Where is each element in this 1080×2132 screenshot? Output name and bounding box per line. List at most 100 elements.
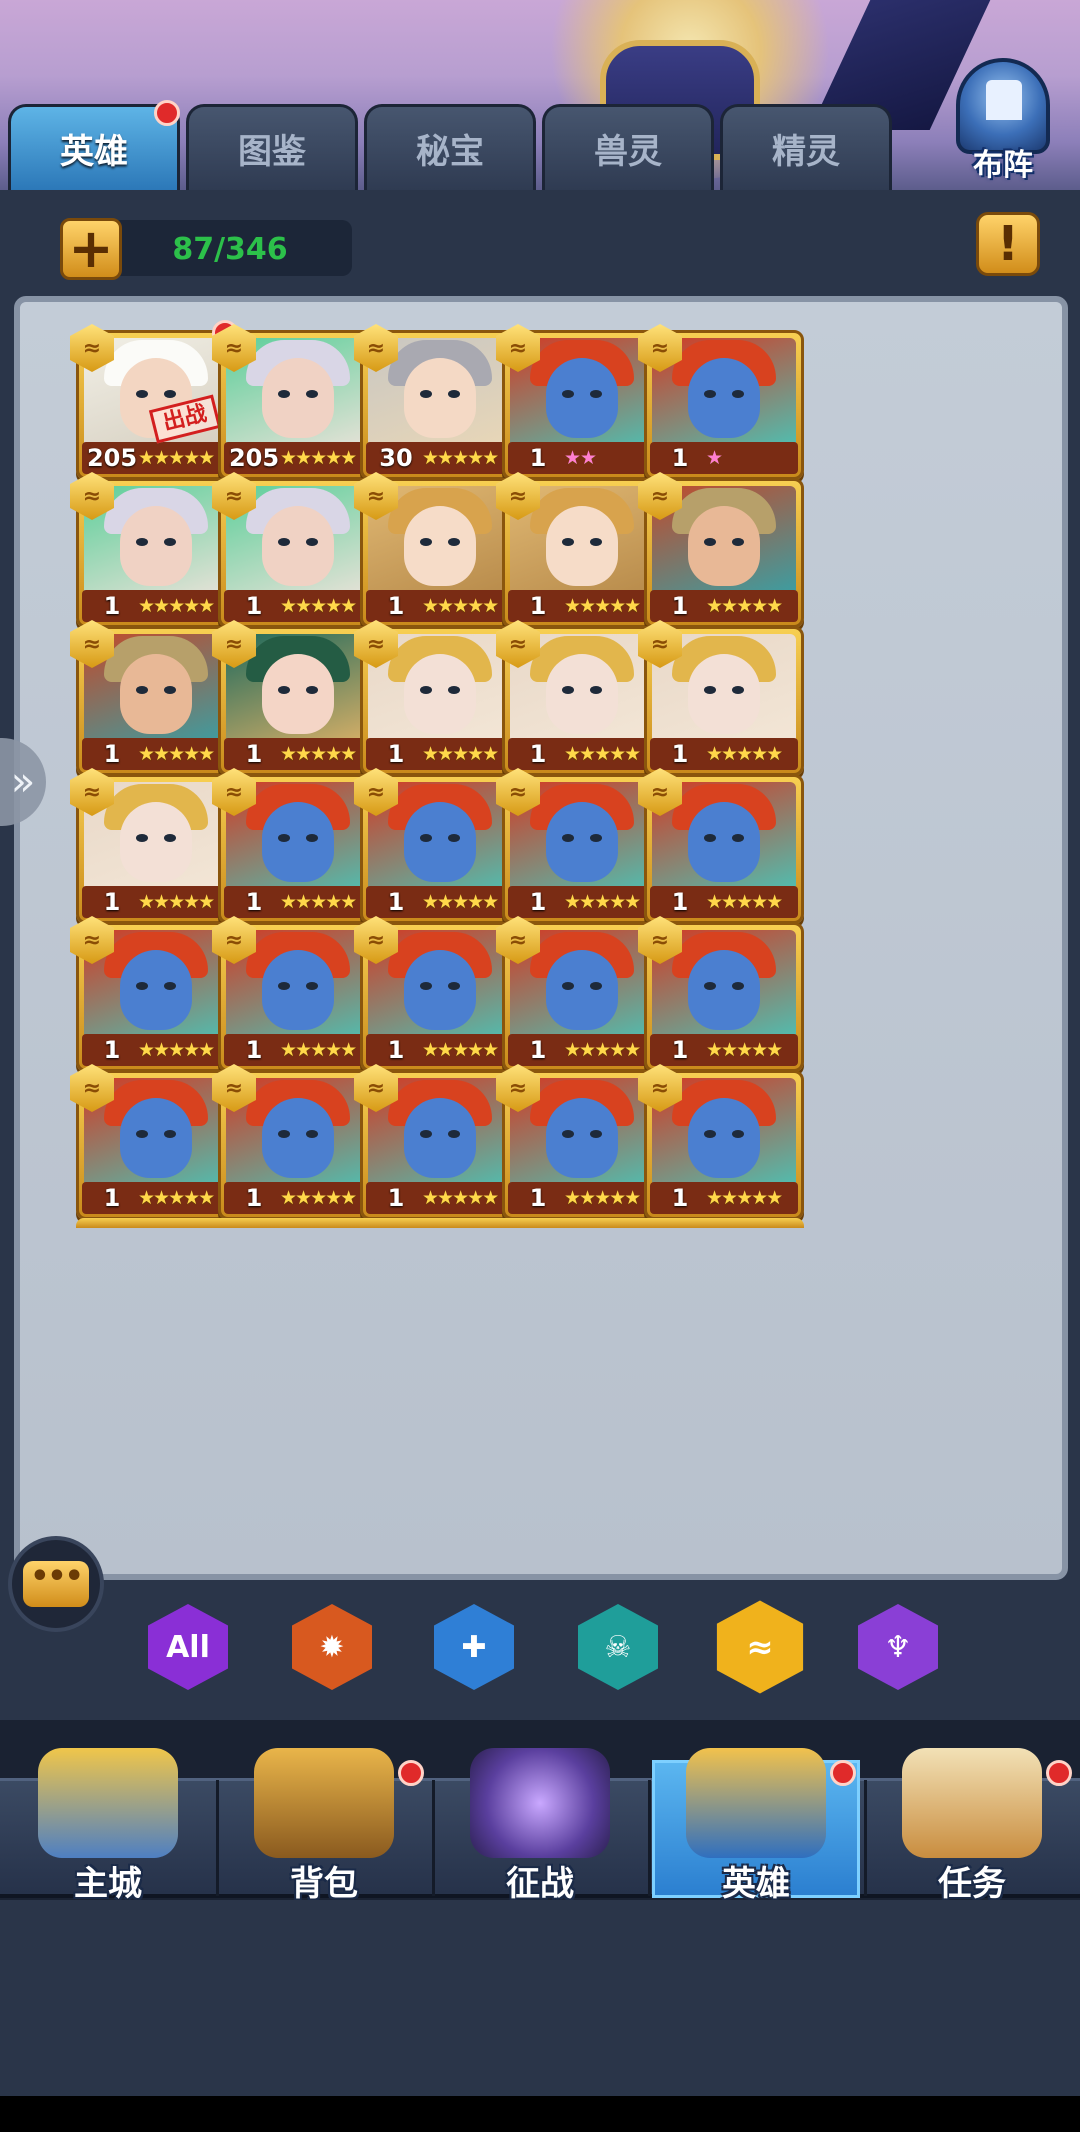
- hero-stars: ★★★★★: [280, 1039, 357, 1061]
- hero-stars: ★★★★★: [564, 1039, 641, 1061]
- hero-grid: 205 ★★★★★ ≈ 出战 205 ★★★★★ ≈ 30 ★★★★★ ≈ 1 …: [14, 296, 1068, 1580]
- hero-count: 87/346: [172, 232, 288, 267]
- hero-stars: ★★★★★: [422, 595, 499, 617]
- hero-stars: ★★★★★: [422, 1039, 499, 1061]
- nav-label: 主城: [74, 1864, 142, 1904]
- hero-level: 1: [671, 592, 689, 620]
- add-capacity-button[interactable]: +: [60, 218, 122, 280]
- hero-stars: ★★★★★: [706, 891, 783, 913]
- hero-helmet-icon: [686, 1748, 826, 1858]
- hero-stars: ★: [706, 447, 723, 469]
- hero-stars: ★★★★★: [280, 743, 357, 765]
- hero-level: 1: [529, 592, 547, 620]
- hero-level: 1: [245, 1184, 263, 1212]
- hero-level: 1: [387, 1036, 405, 1064]
- tab-treasure[interactable]: 秘宝: [364, 104, 536, 190]
- hero-level: 1: [387, 592, 405, 620]
- hero-level: 205: [228, 444, 280, 472]
- tab-label: 精灵: [772, 132, 840, 172]
- hero-card-partial: [218, 1218, 378, 1228]
- nav-castle[interactable]: 主城: [0, 1740, 216, 1904]
- tab-sprite[interactable]: 精灵: [720, 104, 892, 190]
- hero-level: 1: [671, 444, 689, 472]
- castle-icon: [38, 1748, 178, 1858]
- hero-card[interactable]: 1 ★ ≈: [638, 324, 804, 480]
- hero-level: 1: [103, 740, 121, 768]
- tab-notification-dot: [154, 100, 180, 126]
- hero-card-partial: [502, 1218, 662, 1228]
- hero-level: 1: [387, 888, 405, 916]
- hero-card-partial: [360, 1218, 520, 1228]
- hero-stars: ★★★★★: [138, 743, 215, 765]
- nav-treasure-chest[interactable]: 背包: [216, 1740, 432, 1904]
- chat-button[interactable]: •••: [8, 1536, 104, 1632]
- hero-level: 1: [671, 740, 689, 768]
- hero-card[interactable]: 1 ★★★★★ ≈: [638, 768, 804, 924]
- hero-stars: ★★★★★: [422, 891, 499, 913]
- hero-level: 1: [103, 1184, 121, 1212]
- hero-stars: ★★★★★: [138, 891, 215, 913]
- formation-button[interactable]: 布阵: [948, 58, 1058, 188]
- double-chevron-right-icon: »: [10, 759, 36, 805]
- hero-stars: ★★★★★: [422, 743, 499, 765]
- hero-stars: ★★: [564, 447, 597, 469]
- nav-hero-helmet[interactable]: 英雄: [648, 1740, 864, 1904]
- nav-dragon-portal[interactable]: 征战: [432, 1740, 648, 1904]
- hero-level: 1: [529, 740, 547, 768]
- hero-level: 1: [671, 1036, 689, 1064]
- hero-level: 1: [103, 1036, 121, 1064]
- hero-stars: ★★★★★: [422, 447, 499, 469]
- hero-stars: ★★★★★: [706, 1187, 783, 1209]
- skull-faction-icon: ☠: [604, 1629, 632, 1665]
- hero-stars: ★★★★★: [138, 447, 215, 469]
- hero-stars: ★★★★★: [138, 1187, 215, 1209]
- fire-faction-icon: ✹: [319, 1629, 345, 1665]
- info-button[interactable]: !: [976, 212, 1040, 276]
- hero-level: 1: [529, 444, 547, 472]
- hero-level: 1: [671, 888, 689, 916]
- hero-card[interactable]: 1 ★★★★★ ≈: [638, 916, 804, 1072]
- hero-level: 1: [103, 592, 121, 620]
- nav-label: 任务: [938, 1864, 1006, 1904]
- scroll-icon: [902, 1748, 1042, 1858]
- nav-label: 征战: [506, 1864, 574, 1904]
- hero-level: 1: [671, 1184, 689, 1212]
- hero-level: 1: [245, 888, 263, 916]
- hero-card[interactable]: 1 ★★★★★ ≈: [638, 472, 804, 628]
- nav-label: 背包: [290, 1864, 358, 1904]
- tab-label: 英雄: [60, 132, 128, 172]
- hero-level: 1: [387, 1184, 405, 1212]
- plus-icon: +: [68, 217, 114, 280]
- hero-stars: ★★★★★: [280, 447, 357, 469]
- cross-faction-icon: ✚: [461, 1629, 487, 1665]
- hero-stars: ★★★★★: [564, 1187, 641, 1209]
- hero-stars: ★★★★★: [706, 1039, 783, 1061]
- hero-stars: ★★★★★: [706, 743, 783, 765]
- hero-stars: ★★★★★: [564, 595, 641, 617]
- hero-level: 1: [387, 740, 405, 768]
- hero-level: 1: [529, 1184, 547, 1212]
- hero-card-partial: [76, 1218, 236, 1228]
- hero-stars: ★★★★★: [138, 1039, 215, 1061]
- hero-card-partial: [644, 1218, 804, 1228]
- trident-faction-icon: ♆: [884, 1629, 912, 1665]
- hero-stars: ★★★★★: [706, 595, 783, 617]
- hero-stars: ★★★★★: [280, 1187, 357, 1209]
- exclamation-icon: !: [997, 216, 1019, 272]
- tab-codex[interactable]: 图鉴: [186, 104, 358, 190]
- hero-level: 1: [245, 592, 263, 620]
- hero-level: 1: [529, 888, 547, 916]
- tab-beast-spirit[interactable]: 兽灵: [542, 104, 714, 190]
- system-bar: [0, 2096, 1080, 2132]
- nav-scroll[interactable]: 任务: [864, 1740, 1080, 1904]
- hero-card[interactable]: 1 ★★★★★ ≈: [638, 1064, 804, 1220]
- nav-notification-dot: [1046, 1760, 1072, 1786]
- tab-label: 图鉴: [238, 132, 306, 172]
- dragon-portal-icon: [470, 1748, 610, 1858]
- hero-card[interactable]: 1 ★★★★★ ≈: [638, 620, 804, 776]
- formation-label: 布阵: [973, 148, 1033, 183]
- nav-divider: [216, 1780, 219, 1896]
- nav-notification-dot: [830, 1760, 856, 1786]
- nav-divider: [864, 1780, 867, 1896]
- tab-label: 兽灵: [594, 132, 662, 172]
